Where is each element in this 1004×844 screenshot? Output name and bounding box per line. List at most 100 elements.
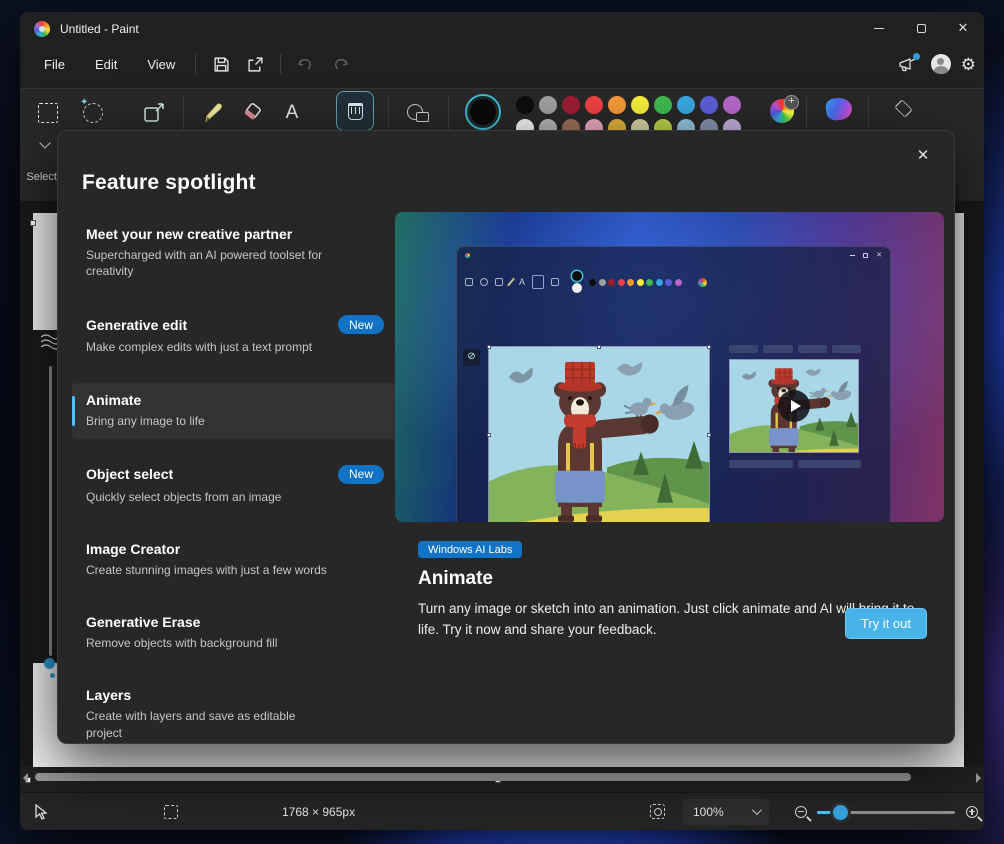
try-it-out-button[interactable]: Try it out [845,608,927,639]
feature-item-title: Animate [86,392,141,408]
menu-view[interactable]: View [135,51,187,78]
canvas-resize-handle[interactable] [30,220,36,226]
dialog-title: Feature spotlight [82,171,256,195]
feature-item-image-creator[interactable]: Image Creator Create stunning images wit… [72,532,398,588]
feature-spotlight-dialog: ✕ Feature spotlight Meet your new creati… [57,130,955,744]
redo-icon [331,56,349,72]
resize-tool[interactable] [137,95,173,131]
mini-text-icon: A [519,278,525,287]
horizontal-scrollbar[interactable] [20,767,984,791]
eraser-tool[interactable] [234,95,270,131]
drawn-dot [50,673,55,678]
redo-button[interactable] [323,50,357,78]
save-button[interactable] [204,50,238,78]
menu-file[interactable]: File [32,51,77,78]
mini-resize-icon [495,278,503,286]
zoom-slider[interactable] [817,805,955,819]
scroll-right-arrow[interactable] [976,773,981,783]
maximize-icon [917,24,926,33]
windows-ai-labs-badge: Windows AI Labs [418,541,522,558]
feature-detail-heading: Animate [418,568,944,590]
palette-color[interactable] [631,96,649,114]
titlebar[interactable]: Untitled - Paint ✕ [20,12,984,46]
account-button[interactable] [931,54,951,74]
mini-brushes-icon [532,275,544,289]
selection-tool[interactable] [30,95,66,131]
new-badge: New [338,465,384,484]
palette-color[interactable] [562,96,580,114]
share-button[interactable] [238,50,272,78]
palette-color[interactable] [723,96,741,114]
text-tool[interactable]: A [274,95,310,131]
close-icon: ✕ [917,146,930,164]
feedback-button[interactable] [895,52,921,76]
magic-select-tool[interactable] [75,95,111,131]
layers-panel-button[interactable] [894,99,912,117]
slider-knob[interactable] [833,805,848,820]
dialog-close-button[interactable]: ✕ [906,139,940,171]
mini-titlebar: ✕ [457,247,890,263]
mini-current-colors [572,271,582,293]
mini-paint-icon [465,253,470,258]
undo-button[interactable] [289,50,323,78]
statusbar: 1768 × 965px 100% [20,792,984,830]
zoom-out-button[interactable] [795,806,807,818]
canvas-size-text: 1768 × 965px [282,805,355,819]
pencil-tool[interactable] [194,95,230,131]
scroll-left-arrow[interactable] [23,773,28,783]
feature-item-generative-edit[interactable]: Generative edit New Make complex edits w… [72,306,398,365]
animation-thumbnail [729,359,859,453]
mini-magic-select-icon [480,278,488,286]
palette-color [599,279,606,286]
feature-item-animate[interactable]: Animate Bring any image to life [72,383,398,439]
palette-color [637,279,644,286]
shapes-tool[interactable] [400,95,436,131]
save-icon [213,56,230,73]
menubar: File Edit View [20,46,984,82]
feature-item-title: Generative edit [86,317,187,333]
brushes-tool-selected[interactable] [336,91,374,131]
shapes-icon [407,104,429,122]
palette-color[interactable] [516,96,534,114]
fit-to-screen-button[interactable] [650,804,665,819]
current-color-swatch[interactable] [465,94,501,130]
copilot-icon[interactable] [825,96,854,121]
placeholder-bars [729,345,861,353]
zoom-in-button[interactable] [966,806,978,818]
palette-color [627,279,634,286]
palette-color[interactable] [539,96,557,114]
feature-item-generative-erase[interactable]: Generative Erase Remove objects with bac… [72,605,398,661]
scrollbar-thumb[interactable] [35,773,911,781]
palette-color[interactable] [608,96,626,114]
palette-color [608,279,615,286]
feature-item-desc: Quickly select objects from an image [86,489,334,505]
edit-colors-button[interactable] [770,99,794,123]
undo-icon [297,56,315,72]
chevron-down-icon[interactable] [39,137,50,148]
mini-maximize-icon [863,253,868,258]
drawn-dot [44,658,55,669]
share-icon [247,56,264,73]
feature-item-object-select[interactable]: Object select New Quickly select objects… [72,456,398,515]
palette-color[interactable] [700,96,718,114]
divider [806,97,807,133]
menu-edit[interactable]: Edit [83,51,129,78]
new-badge: New [338,315,384,334]
zoom-level-value: 100% [693,805,724,819]
palette-color [589,279,596,286]
feature-item-creative-partner[interactable]: Meet your new creative partner Superchar… [72,217,398,289]
notification-dot [913,53,920,60]
brush-icon [348,103,363,120]
close-button[interactable]: ✕ [942,12,984,44]
palette-color[interactable] [654,96,672,114]
palette-color[interactable] [585,96,603,114]
maximize-button[interactable] [900,12,942,44]
feature-item-layers[interactable]: Layers Create with layers and save as ed… [72,678,398,750]
divider [388,97,389,133]
minimize-button[interactable] [858,12,900,44]
palette-color[interactable] [677,96,695,114]
settings-button[interactable]: ⚙ [961,56,976,73]
divider [183,97,184,133]
zoom-dropdown[interactable]: 100% [683,799,769,825]
divider [195,54,196,74]
